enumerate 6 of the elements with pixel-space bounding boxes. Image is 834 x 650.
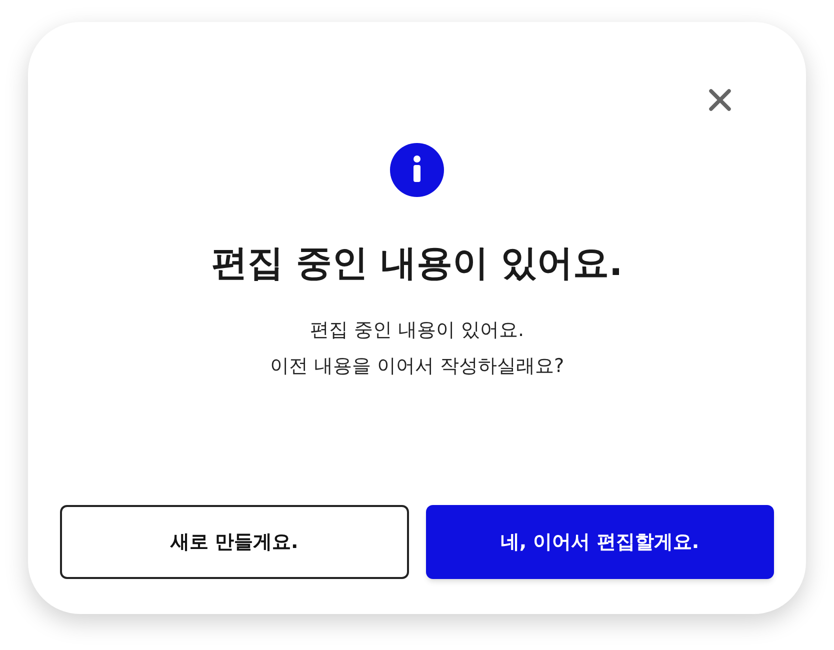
- message-line: 편집 중인 내용이 있어요.: [310, 318, 524, 343]
- message-line: 이전 내용을 이어서 작성하실래요?: [270, 354, 564, 379]
- info-icon: [390, 143, 444, 197]
- new-button[interactable]: 새로 만들게요.: [60, 505, 408, 579]
- continue-button[interactable]: 네, 이어서 편집할게요.: [426, 505, 774, 579]
- dialog-title: 편집 중인 내용이 있어요.: [211, 242, 623, 286]
